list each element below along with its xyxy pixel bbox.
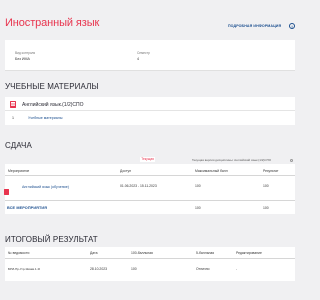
- divider: [5, 175, 295, 176]
- semester-value: 4: [137, 56, 139, 61]
- control-info-card: Вид контроля Без ИМА Семестр 4: [5, 40, 295, 71]
- current-badge: Текущая: [140, 157, 156, 162]
- divider: [5, 200, 295, 201]
- document-icon: [4, 189, 9, 195]
- col-score5: 5-балльная: [196, 250, 215, 255]
- record-score100: 100: [131, 267, 137, 271]
- col-event: Мероприятие: [8, 168, 30, 173]
- materials-row-number: 1: [12, 116, 14, 120]
- control-kind-label: Вид контроля: [15, 51, 36, 55]
- page-title: Иностранный язык: [5, 17, 100, 29]
- materials-row[interactable]: 1 Учебные материалы: [5, 111, 295, 125]
- submission-title: СДАЧА: [5, 141, 32, 150]
- divider: [5, 258, 295, 259]
- col-access: Доступ: [120, 168, 132, 173]
- col-result: Результат: [263, 168, 279, 173]
- record-number: БРИ-Пр-Угр-Экзам.1-Я: [8, 267, 40, 271]
- info-icon[interactable]: i: [289, 22, 295, 29]
- col-score100: 100-балльная: [131, 250, 153, 255]
- col-edit: Редактирование: [236, 250, 262, 255]
- event-result: 100: [263, 184, 269, 188]
- final-result-table: № ведомости Дата 100-балльная 5-балльная…: [5, 247, 295, 281]
- col-date: Дата: [90, 250, 98, 255]
- record-edit: -: [236, 267, 238, 271]
- event-access: 01.06.2023 - 15.11.2023: [120, 184, 157, 188]
- semester-label: Семестр: [137, 51, 150, 55]
- all-events-label: ВСЕ МЕРОПРИЯТИЯ: [7, 205, 48, 210]
- record-score5: Отлично: [196, 267, 210, 271]
- col-number: № ведомости: [8, 250, 30, 255]
- col-max: Максимальный балл: [195, 168, 228, 173]
- control-kind-value: Без ИМА: [15, 56, 30, 61]
- course-row[interactable]: Английский язык.(1/2)СПО: [5, 97, 295, 111]
- final-result-title: ИТОГОВЫЙ РЕЗУЛЬТАТ: [5, 235, 98, 244]
- event-max: 100: [195, 184, 201, 188]
- course-title[interactable]: Английский язык.(1/2)СПО: [22, 102, 84, 108]
- version-help-icon[interactable]: [290, 158, 293, 162]
- total-max: 100: [195, 205, 201, 210]
- event-link[interactable]: Английский язык (обучение): [22, 185, 69, 189]
- materials-link[interactable]: Учебные материалы: [28, 116, 62, 120]
- materials-title: УЧЕБНЫЕ МАТЕРИАЛЫ: [5, 82, 99, 91]
- more-info-link[interactable]: ПОДРОБНАЯ ИНФОРМАЦИЯ: [228, 24, 281, 28]
- total-result: 100: [263, 205, 269, 210]
- submission-table: Мероприятие Доступ Максимальный балл Рез…: [5, 164, 295, 214]
- version-text: Текущая версия дисциплины: Английский яз…: [192, 158, 272, 162]
- record-date: 28.10.2023: [90, 267, 107, 271]
- book-icon: [10, 100, 16, 108]
